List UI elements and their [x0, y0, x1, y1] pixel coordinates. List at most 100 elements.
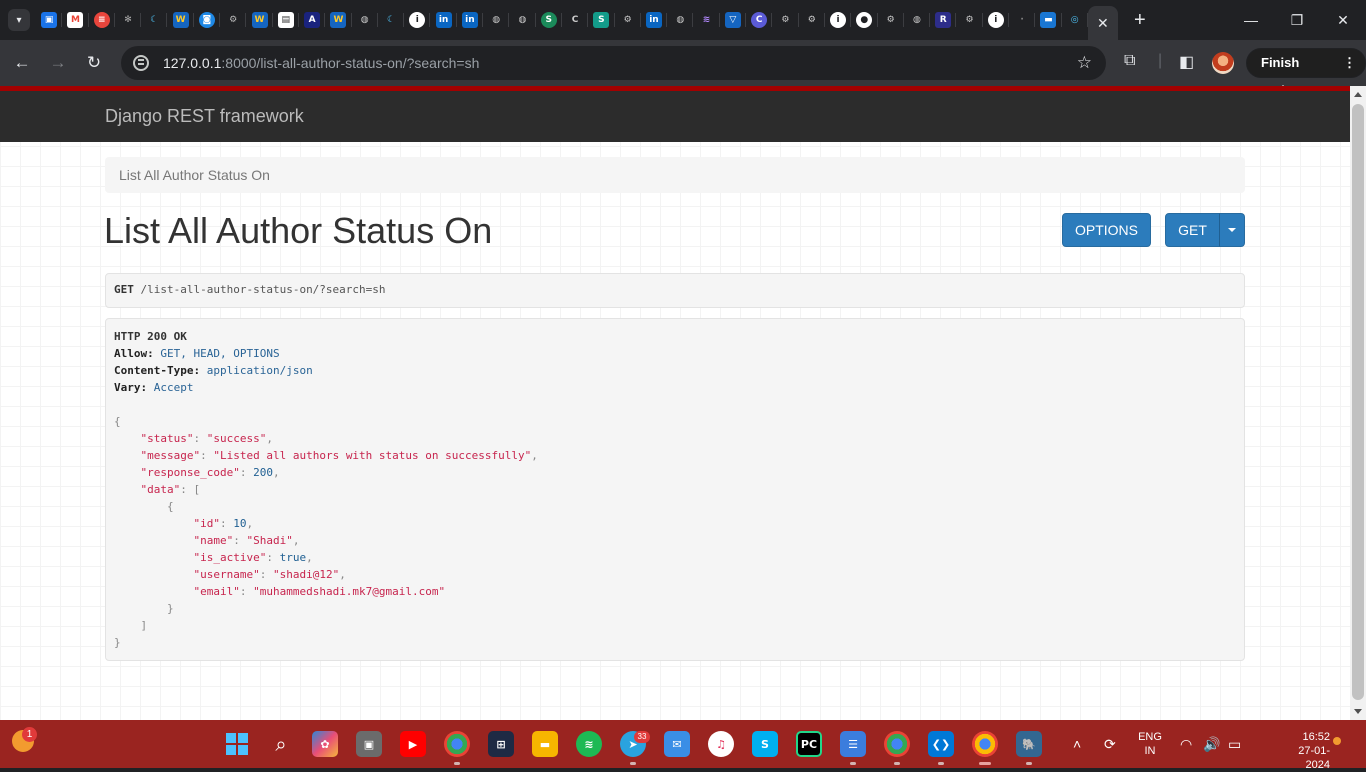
tab[interactable]: S	[536, 0, 563, 40]
tab[interactable]: ⚙	[772, 0, 799, 40]
youtube-icon[interactable]: ▶	[400, 731, 426, 757]
tab[interactable]: i	[825, 0, 852, 40]
start-windows-icon[interactable]	[224, 731, 250, 757]
pycharm-icon[interactable]: PC	[796, 731, 822, 757]
tab[interactable]: C	[746, 0, 773, 40]
side-panel-icon[interactable]: ◧	[1179, 52, 1194, 72]
spotify-icon[interactable]: ≋	[576, 731, 602, 757]
tab[interactable]: ◍	[904, 0, 931, 40]
chrome-active-icon[interactable]	[972, 731, 998, 765]
tab[interactable]: ✻	[115, 0, 142, 40]
tab[interactable]: ≋	[693, 0, 721, 40]
tab[interactable]: ◎	[1062, 0, 1089, 40]
language-indicator[interactable]: ENG IN	[1136, 730, 1164, 758]
response-header: Content-Type: application/json	[114, 364, 313, 377]
tab[interactable]: in	[430, 0, 458, 40]
tab[interactable]: ▬	[1035, 0, 1062, 40]
notification-bell-icon[interactable]	[1333, 737, 1341, 745]
json-message: "Listed all authors with status on succe…	[213, 449, 532, 462]
tab[interactable]: R	[930, 0, 957, 40]
file-explorer-icon[interactable]: ▬	[532, 731, 558, 757]
tab[interactable]: W	[246, 0, 273, 40]
profile-avatar[interactable]	[1212, 52, 1234, 74]
tab[interactable]: ◍	[667, 0, 694, 40]
tab[interactable]: ●	[851, 0, 878, 40]
tab[interactable]: i	[404, 0, 431, 40]
tab[interactable]: ◍	[509, 0, 536, 40]
tab[interactable]: ⚙	[799, 0, 826, 40]
scrollbar-thumb[interactable]	[1352, 104, 1364, 700]
battery-icon[interactable]: ▭	[1228, 736, 1241, 753]
finish-update-button[interactable]: Finish update ⋮	[1246, 48, 1366, 98]
tab[interactable]: ≡	[89, 0, 116, 40]
json-email: "muhammedshadi.mk7@gmail.com"	[253, 585, 446, 598]
scroll-up-arrow-icon[interactable]	[1354, 92, 1362, 97]
chrome-profile-icon[interactable]	[444, 731, 470, 765]
drf-brand-link[interactable]: Django REST framework	[105, 106, 304, 127]
info-icon: i	[830, 12, 847, 28]
tab[interactable]: ▽	[720, 0, 747, 40]
task-view-icon[interactable]: ▣	[356, 731, 382, 757]
tab[interactable]: C	[562, 0, 589, 40]
options-button[interactable]: OPTIONS	[1062, 213, 1151, 247]
itunes-icon[interactable]: ♫	[708, 731, 734, 757]
tab[interactable]: ☾	[141, 0, 168, 40]
bookmark-star-icon[interactable]: ☆	[1077, 53, 1092, 73]
tab[interactable]: W	[325, 0, 352, 40]
active-tab[interactable]: ✕	[1087, 6, 1118, 40]
notepad-icon[interactable]: ☰	[840, 731, 866, 765]
tab[interactable]: ·	[1009, 0, 1036, 40]
breadcrumb-item[interactable]: List All Author Status On	[119, 167, 270, 183]
back-arrow-icon[interactable]: ←	[4, 45, 40, 81]
close-window-button[interactable]: ✕	[1320, 0, 1366, 40]
new-tab-button[interactable]: +	[1126, 6, 1154, 34]
tab[interactable]: ⚙	[878, 0, 905, 40]
tab[interactable]: ⚙	[956, 0, 983, 40]
linkedin-icon: in	[461, 12, 478, 28]
tab[interactable]: S	[588, 0, 615, 40]
page-scrollbar[interactable]	[1350, 86, 1366, 720]
vscode-icon[interactable]: ❮❯	[928, 731, 954, 765]
tab[interactable]: ◍	[483, 0, 510, 40]
minimize-button[interactable]: —	[1228, 0, 1274, 40]
scroll-down-arrow-icon[interactable]	[1354, 709, 1362, 714]
copilot-icon[interactable]: ✿	[312, 731, 338, 757]
wifi-icon[interactable]: ◠	[1180, 736, 1192, 753]
tab[interactable]: ▤	[273, 0, 300, 40]
address-bar[interactable]: 127.0.0.1:8000/list-all-author-status-on…	[121, 46, 1106, 80]
url-text[interactable]: 127.0.0.1:8000/list-all-author-status-on…	[163, 55, 479, 71]
sync-icon[interactable]: ⟳	[1104, 736, 1116, 753]
maximize-button[interactable]: ❐	[1274, 0, 1320, 40]
show-hidden-icons-chevron[interactable]: ˄	[1073, 736, 1081, 752]
chrome-profile-icon[interactable]	[884, 731, 910, 765]
microsoft-store-icon[interactable]: ⊞	[488, 731, 514, 757]
tab[interactable]: A	[299, 0, 326, 40]
postgresql-elephant-icon[interactable]: 🐘	[1016, 731, 1042, 765]
tab-search-chevron-icon[interactable]: ▾	[8, 9, 30, 31]
s-icon: S	[540, 12, 557, 28]
reload-icon[interactable]: ↻	[76, 45, 112, 81]
site-info-icon[interactable]	[133, 55, 149, 71]
search-icon[interactable]: ⌕	[268, 731, 294, 757]
tab[interactable]: ◙	[194, 0, 221, 40]
extensions-puzzle-icon[interactable]: ⧉	[1124, 52, 1135, 70]
get-button[interactable]: GET	[1165, 213, 1220, 247]
mail-icon[interactable]: ✉	[664, 731, 690, 757]
tab[interactable]: M	[62, 0, 89, 40]
tab[interactable]: W	[167, 0, 195, 40]
tab[interactable]: i	[983, 0, 1010, 40]
skype-icon[interactable]: S	[752, 731, 778, 757]
tab[interactable]: in	[457, 0, 484, 40]
volume-icon[interactable]: 🔊	[1203, 736, 1220, 753]
close-tab-icon[interactable]: ✕	[1097, 15, 1109, 32]
forward-arrow-icon[interactable]: →	[40, 45, 76, 81]
tab[interactable]: in	[641, 0, 668, 40]
get-format-dropdown[interactable]	[1219, 213, 1245, 247]
clock[interactable]: 16:52 27-01-2024	[1284, 730, 1330, 772]
tab[interactable]: ⚙	[615, 0, 642, 40]
tab[interactable]: ⚙	[220, 0, 247, 40]
tab[interactable]: ☾	[378, 0, 405, 40]
github-icon: ●	[856, 12, 873, 28]
tab[interactable]: ◍	[352, 0, 379, 40]
tab[interactable]: ▣	[36, 0, 63, 40]
